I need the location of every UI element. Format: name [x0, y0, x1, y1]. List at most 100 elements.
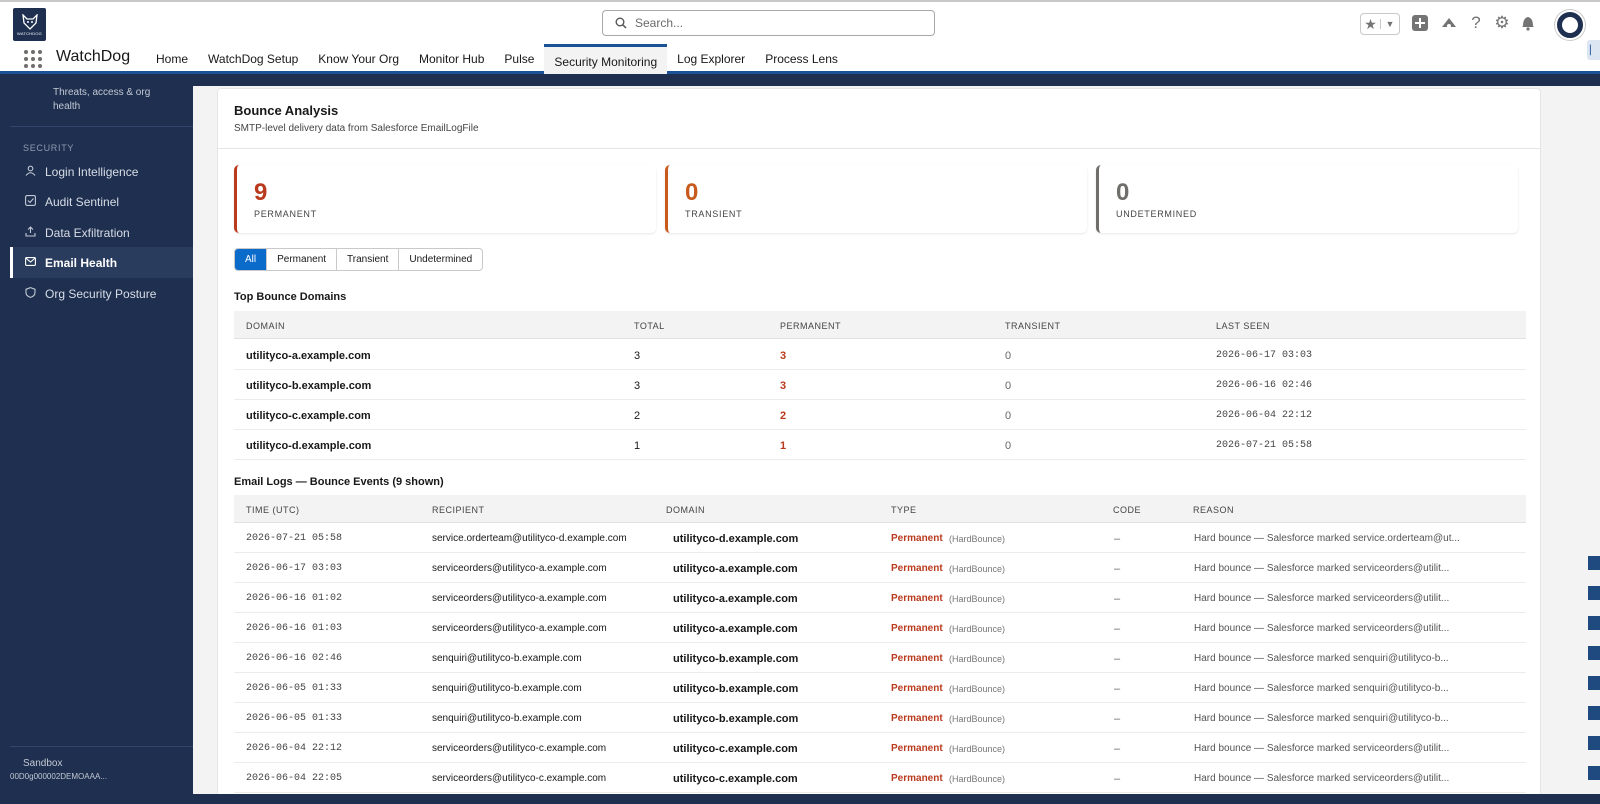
table-row[interactable]: 2026-06-05 01:33 senquiri@utilityco-b.exa…	[234, 703, 1526, 733]
domain-cell: utilityco-c.example.com	[673, 743, 798, 755]
total-cell: 3	[634, 350, 641, 362]
table-row[interactable]: utilityco-c.example.com 2 2 0 2026-06-04 22:…	[234, 400, 1526, 430]
global-search[interactable]: Search...	[602, 10, 935, 36]
last-seen-cell: 2026-06-04 22:12	[1216, 410, 1313, 421]
avatar-image	[1562, 17, 1578, 33]
subtype-cell: (HardBounce)	[949, 684, 1006, 694]
watchdog-logo[interactable]: WATCHDOG	[13, 8, 46, 41]
logo-text: WATCHDOG	[17, 30, 42, 36]
tab-security-monitoring[interactable]: Security Monitoring	[544, 44, 668, 74]
table-row[interactable]: 2026-06-16 01:02 serviceorders@utilityco-…	[234, 583, 1526, 613]
row-indicator	[1588, 706, 1600, 720]
domain-cell: utilityco-b.example.com	[673, 653, 799, 665]
table-row[interactable]: 2026-06-04 22:12 serviceorders@utilityco-…	[234, 733, 1526, 763]
checkbox-icon	[24, 194, 36, 209]
trailhead-icon[interactable]	[1440, 14, 1458, 32]
column-header[interactable]: TYPE	[891, 505, 917, 515]
tab-process-lens[interactable]: Process Lens	[755, 44, 848, 74]
column-header[interactable]: CODE	[1113, 505, 1141, 515]
reason-cell: Hard bounce — Salesforce marked senquiri…	[1194, 683, 1449, 694]
bell-icon[interactable]	[1519, 14, 1537, 32]
filter-permanent[interactable]: Permanent	[266, 249, 336, 270]
tab-know-your-org[interactable]: Know Your Org	[308, 44, 409, 74]
sidebar-item-label: Data Exfiltration	[45, 225, 130, 240]
star-icon[interactable]: ★	[1361, 16, 1380, 33]
subtype-cell: (HardBounce)	[949, 534, 1006, 544]
column-header[interactable]: LAST SEEN	[1216, 321, 1270, 331]
column-header[interactable]: REASON	[1193, 505, 1234, 515]
wolf-icon	[21, 13, 38, 30]
tab-home[interactable]: Home	[146, 44, 198, 74]
type-cell: Permanent	[891, 623, 943, 634]
help-icon[interactable]: ?	[1467, 14, 1485, 32]
filter-all[interactable]: All	[235, 249, 267, 270]
table-row[interactable]: 2026-06-16 02:46 senquiri@utilityco-b.exa…	[234, 643, 1526, 673]
app-launcher-icon[interactable]	[24, 50, 42, 68]
column-header[interactable]: PERMANENT	[780, 321, 841, 331]
stat-value: 9	[254, 179, 268, 206]
time-cell: 2026-06-04 22:12	[246, 743, 343, 754]
sidebar-item-data-exfiltration[interactable]: Data Exfiltration	[10, 217, 193, 248]
column-header[interactable]: TRANSIENT	[1005, 321, 1061, 331]
column-header[interactable]: DOMAIN	[666, 505, 705, 515]
last-seen-cell: 2026-06-16 02:46	[1216, 380, 1313, 391]
subtype-cell: (HardBounce)	[949, 594, 1006, 604]
table-row[interactable]: 2026-06-16 01:03 serviceorders@utilityco-…	[234, 613, 1526, 643]
tab-pulse[interactable]: Pulse	[494, 44, 544, 74]
chevron-down-icon[interactable]: ▼	[1379, 19, 1399, 29]
sidebar-item-audit-sentinel[interactable]: Audit Sentinel	[10, 186, 193, 217]
domain-cell: utilityco-d.example.com	[673, 533, 799, 545]
table-row[interactable]: utilityco-a.example.com 3 3 0 2026-06-17 03:…	[234, 340, 1526, 370]
type-cell: Permanent	[891, 773, 943, 784]
filter-undetermined[interactable]: Undetermined	[398, 249, 482, 270]
subtype-cell: (HardBounce)	[949, 744, 1006, 754]
table-row[interactable]: 2026-06-17 03:03 serviceorders@utilityco-…	[234, 553, 1526, 583]
table-row[interactable]: 2026-07-21 05:58 service.orderteam@utilit…	[234, 523, 1526, 553]
time-cell: 2026-06-16 01:02	[246, 593, 343, 604]
table-row[interactable]: 2026-06-05 01:33 senquiri@utilityco-b.exa…	[234, 673, 1526, 703]
tab-log-explorer[interactable]: Log Explorer	[667, 44, 755, 74]
time-cell: 2026-06-05 01:33	[246, 683, 343, 694]
row-indicator	[1588, 646, 1600, 660]
stat-permanent: 9 PERMANENT	[234, 165, 656, 233]
domain-cell: utilityco-a.example.com	[246, 350, 371, 362]
row-indicator	[1588, 586, 1600, 600]
avatar[interactable]	[1555, 10, 1585, 40]
code-cell: –	[1114, 683, 1121, 695]
domain-cell: utilityco-c.example.com	[673, 773, 798, 785]
code-cell: –	[1114, 773, 1121, 785]
tab-monitor-hub[interactable]: Monitor Hub	[409, 44, 494, 74]
global-actions-icon[interactable]	[1411, 14, 1429, 32]
type-cell: Permanent	[891, 713, 943, 724]
sidebar-item-org-security-posture[interactable]: Org Security Posture	[10, 278, 193, 309]
column-header[interactable]: DOMAIN	[246, 321, 285, 331]
column-header[interactable]: TOTAL	[634, 321, 665, 331]
favorites-control[interactable]: ★ ▼	[1360, 11, 1400, 37]
recipient-cell: senquiri@utilityco-b.example.com	[432, 683, 582, 694]
column-header[interactable]: RECIPIENT	[432, 505, 485, 515]
sidebar-item-label: Login Intelligence	[45, 164, 139, 179]
gear-icon[interactable]: ⚙	[1493, 14, 1511, 32]
sidebar-item-login-intelligence[interactable]: Login Intelligence	[10, 156, 193, 187]
time-cell: 2026-06-16 01:03	[246, 623, 343, 634]
code-cell: –	[1114, 653, 1121, 665]
domain-cell: utilityco-b.example.com	[673, 713, 799, 725]
filter-transient[interactable]: Transient	[336, 249, 398, 270]
tab-watchdog-setup[interactable]: WatchDog Setup	[198, 44, 308, 74]
utility-edge-button[interactable]: ▏	[1587, 40, 1600, 60]
row-indicator	[1588, 766, 1600, 780]
main-content[interactable]: Bounce Analysis SMTP-level delivery data…	[193, 86, 1570, 794]
time-cell: 2026-06-17 03:03	[246, 563, 343, 574]
code-cell: –	[1114, 623, 1121, 635]
sidebar-item-email-health[interactable]: Email Health	[10, 247, 193, 278]
table-row[interactable]: utilityco-b.example.com 3 3 0 2026-06-16 02:…	[234, 370, 1526, 400]
search-input[interactable]: Search...	[635, 16, 683, 30]
stat-undetermined: 0 UNDETERMINED	[1096, 165, 1518, 233]
transient-cell: 0	[1005, 380, 1012, 392]
column-header[interactable]: TIME (UTC)	[246, 505, 300, 515]
table-row[interactable]: 2026-06-04 22:05 serviceorders@utilityco-…	[234, 763, 1526, 793]
type-cell: Permanent	[891, 653, 943, 664]
table-row[interactable]: utilityco-d.example.com 1 1 0 2026-07-21 05:…	[234, 430, 1526, 460]
total-cell: 1	[634, 440, 641, 452]
domains-table-header: DOMAIN TOTAL PERMANENT TRANSIENT LAST SE…	[234, 311, 1526, 339]
